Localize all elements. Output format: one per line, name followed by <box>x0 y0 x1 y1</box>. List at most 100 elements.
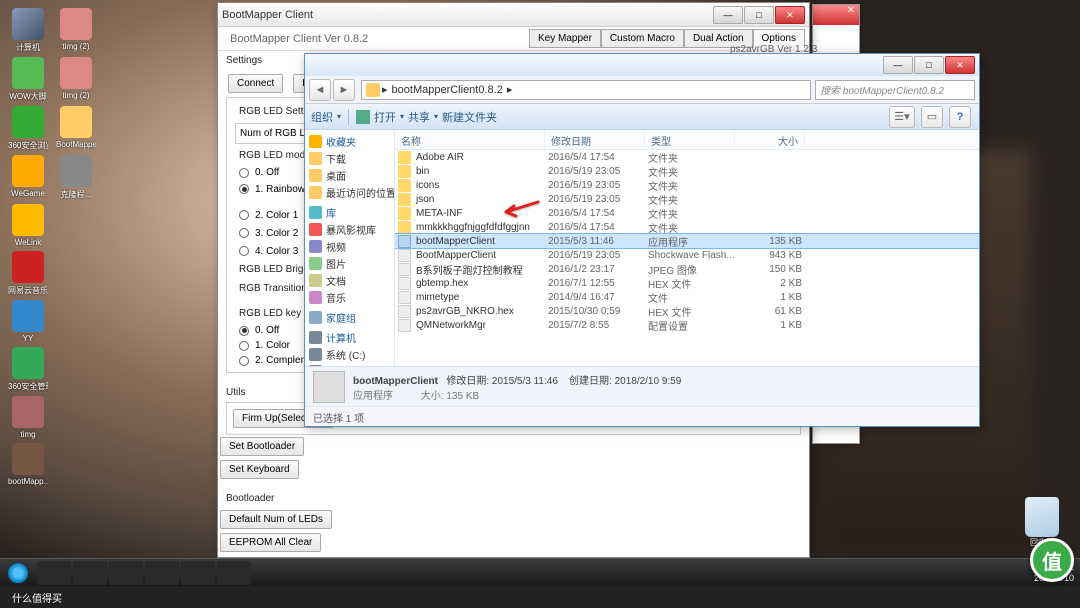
nav-favorites[interactable]: 收藏夹 <box>305 133 394 150</box>
radio-off[interactable] <box>239 168 249 178</box>
close-button[interactable]: ✕ <box>775 6 805 24</box>
radio-ke-color[interactable] <box>239 341 249 351</box>
file-icon <box>398 235 411 248</box>
desktop-icon[interactable]: 360安全浏览... <box>8 106 48 151</box>
nav-documents[interactable]: 文档 <box>305 272 394 289</box>
set-bootloader-button[interactable]: Set Bootloader <box>220 437 304 456</box>
file-row[interactable]: ps2avrGB_NKRO.hex2015/10/30 0:59HEX 文件61… <box>395 304 979 318</box>
minimize-button[interactable]: — <box>883 56 913 74</box>
taskbar-item[interactable] <box>37 561 71 585</box>
nav-homegroup[interactable]: 家庭组 <box>305 309 394 326</box>
home-icon <box>309 311 322 324</box>
file-row[interactable]: B系列板子跑灯控制教程2016/1/2 23:17JPEG 图像150 KB <box>395 262 979 276</box>
radio-color1[interactable] <box>239 210 249 220</box>
close-button[interactable]: ✕ <box>945 56 975 74</box>
desktop-icon[interactable]: WeLink <box>8 204 48 247</box>
taskbar-item[interactable] <box>181 561 215 585</box>
file-row[interactable]: bootMapperClient2015/5/3 11:46应用程序135 KB <box>395 234 979 248</box>
close-icon[interactable]: ✕ <box>843 5 859 25</box>
taskbar-item[interactable] <box>73 561 107 585</box>
titlebar[interactable]: BootMapper Client — □ ✕ <box>218 3 809 27</box>
preview-button[interactable]: ▭ <box>921 106 943 128</box>
file-row[interactable]: mimetype2014/9/4 16:47文件1 KB <box>395 290 979 304</box>
maximize-button[interactable]: □ <box>744 6 774 24</box>
folder-icon <box>398 165 411 178</box>
minimize-button[interactable]: — <box>713 6 743 24</box>
file-row[interactable]: mmkkkhggfnjggfdfdfggjnn2016/5/4 17:54文件夹 <box>395 220 979 234</box>
file-icon <box>398 277 411 290</box>
share-button[interactable]: 共享 <box>408 109 430 125</box>
file-row[interactable]: icons2016/5/19 23:05文件夹 <box>395 178 979 192</box>
view-button[interactable]: ☰▾ <box>889 106 915 128</box>
file-row[interactable]: Adobe AIR2016/5/4 17:54文件夹 <box>395 150 979 164</box>
nav-computer[interactable]: 计算机 <box>305 329 394 346</box>
desktop-icon[interactable]: timg (2) <box>56 8 96 53</box>
desktop-icon[interactable]: YY <box>8 300 48 343</box>
back-button[interactable]: ◄ <box>309 79 331 101</box>
desktop-icon[interactable]: 计算机 <box>8 8 48 53</box>
file-row[interactable]: bin2016/5/19 23:05文件夹 <box>395 164 979 178</box>
folder-icon <box>398 207 411 220</box>
address-box[interactable]: ▸bootMapperClient0.8.2▸ <box>361 80 811 100</box>
taskbar[interactable]: 10:02 2018/2/10 <box>0 558 1080 586</box>
organize-menu[interactable]: 组织 <box>311 109 333 125</box>
set-keyboard-button[interactable]: Set Keyboard <box>220 460 299 479</box>
nav-recent[interactable]: 最近访问的位置 <box>305 184 394 201</box>
nav-music[interactable]: 音乐 <box>305 289 394 306</box>
desktop-icon[interactable]: timg (2) <box>56 57 96 102</box>
file-row[interactable]: json2016/5/19 23:05文件夹 <box>395 192 979 206</box>
column-headers[interactable]: 名称 修改日期 类型 大小 <box>395 130 979 150</box>
radio-ke-comp[interactable] <box>239 356 249 366</box>
eeprom-clear-button[interactable]: EEPROM All Clear <box>220 533 321 552</box>
desktop-icon[interactable]: bootMapp... <box>8 443 48 486</box>
file-icon <box>398 263 411 276</box>
search-input[interactable]: 搜索 bootMapperClient0.8.2 <box>815 80 975 100</box>
connect-button[interactable]: Connect <box>228 74 283 93</box>
desktop-icon[interactable]: 克隆程... <box>56 155 96 200</box>
desktop-icon[interactable]: 网易云音乐 <box>8 251 48 296</box>
music-icon <box>309 291 322 304</box>
nav-drive[interactable]: 备用 (D:) <box>305 363 394 366</box>
taskbar-item[interactable] <box>109 561 143 585</box>
tab-custommacro[interactable]: Custom Macro <box>601 29 684 48</box>
watermark-bar: 什么值得买 <box>0 586 1080 608</box>
folder-icon <box>398 221 411 234</box>
nav-video[interactable]: 视频 <box>305 238 394 255</box>
desktop-icon[interactable]: BootMappe... <box>56 106 96 151</box>
nav-downloads[interactable]: 下载 <box>305 150 394 167</box>
file-icon <box>313 371 345 403</box>
explorer-titlebar[interactable]: — □ ✕ <box>305 54 979 76</box>
folder-icon <box>398 151 411 164</box>
nav-pictures[interactable]: 图片 <box>305 255 394 272</box>
maximize-button[interactable]: □ <box>914 56 944 74</box>
trash-icon <box>1025 497 1059 537</box>
radio-ke-off[interactable] <box>239 326 249 336</box>
newfolder-button[interactable]: 新建文件夹 <box>442 109 497 125</box>
nav-libraries[interactable]: 库 <box>305 204 394 221</box>
taskbar-item[interactable] <box>217 561 251 585</box>
drive-icon <box>309 365 322 366</box>
desktop-icon[interactable]: WOW大脚 <box>8 57 48 102</box>
nav-drive[interactable]: 系统 (C:) <box>305 346 394 363</box>
forward-button[interactable]: ► <box>333 79 355 101</box>
tab-keymapper[interactable]: Key Mapper <box>529 29 601 48</box>
video-icon <box>309 223 322 236</box>
desktop-icon[interactable]: timg <box>8 396 48 439</box>
file-row[interactable]: QMNetworkMgr2015/7/2 8:55配置设置1 KB <box>395 318 979 332</box>
nav-videos[interactable]: 暴风影视库 <box>305 221 394 238</box>
default-leds-button[interactable]: Default Num of LEDs <box>220 510 332 529</box>
file-row[interactable]: META-INF2016/5/4 17:54文件夹 <box>395 206 979 220</box>
taskbar-item[interactable] <box>145 561 179 585</box>
start-button[interactable] <box>0 559 36 587</box>
file-row[interactable]: gbtemp.hex2016/7/1 12:55HEX 文件2 KB <box>395 276 979 290</box>
help-button[interactable]: ? <box>949 106 971 128</box>
file-row[interactable]: BootMapperClient2016/5/19 23:05Shockwave… <box>395 248 979 262</box>
desktop-icon[interactable]: WeGame <box>8 155 48 200</box>
desktop-icon[interactable]: 360安全管理... <box>8 347 48 392</box>
computer-icon <box>309 331 322 344</box>
radio-color2[interactable] <box>239 228 249 238</box>
radio-rainbow[interactable] <box>239 184 249 194</box>
open-button[interactable]: 打开 <box>374 109 396 125</box>
radio-color3[interactable] <box>239 246 249 256</box>
nav-desktop[interactable]: 桌面 <box>305 167 394 184</box>
